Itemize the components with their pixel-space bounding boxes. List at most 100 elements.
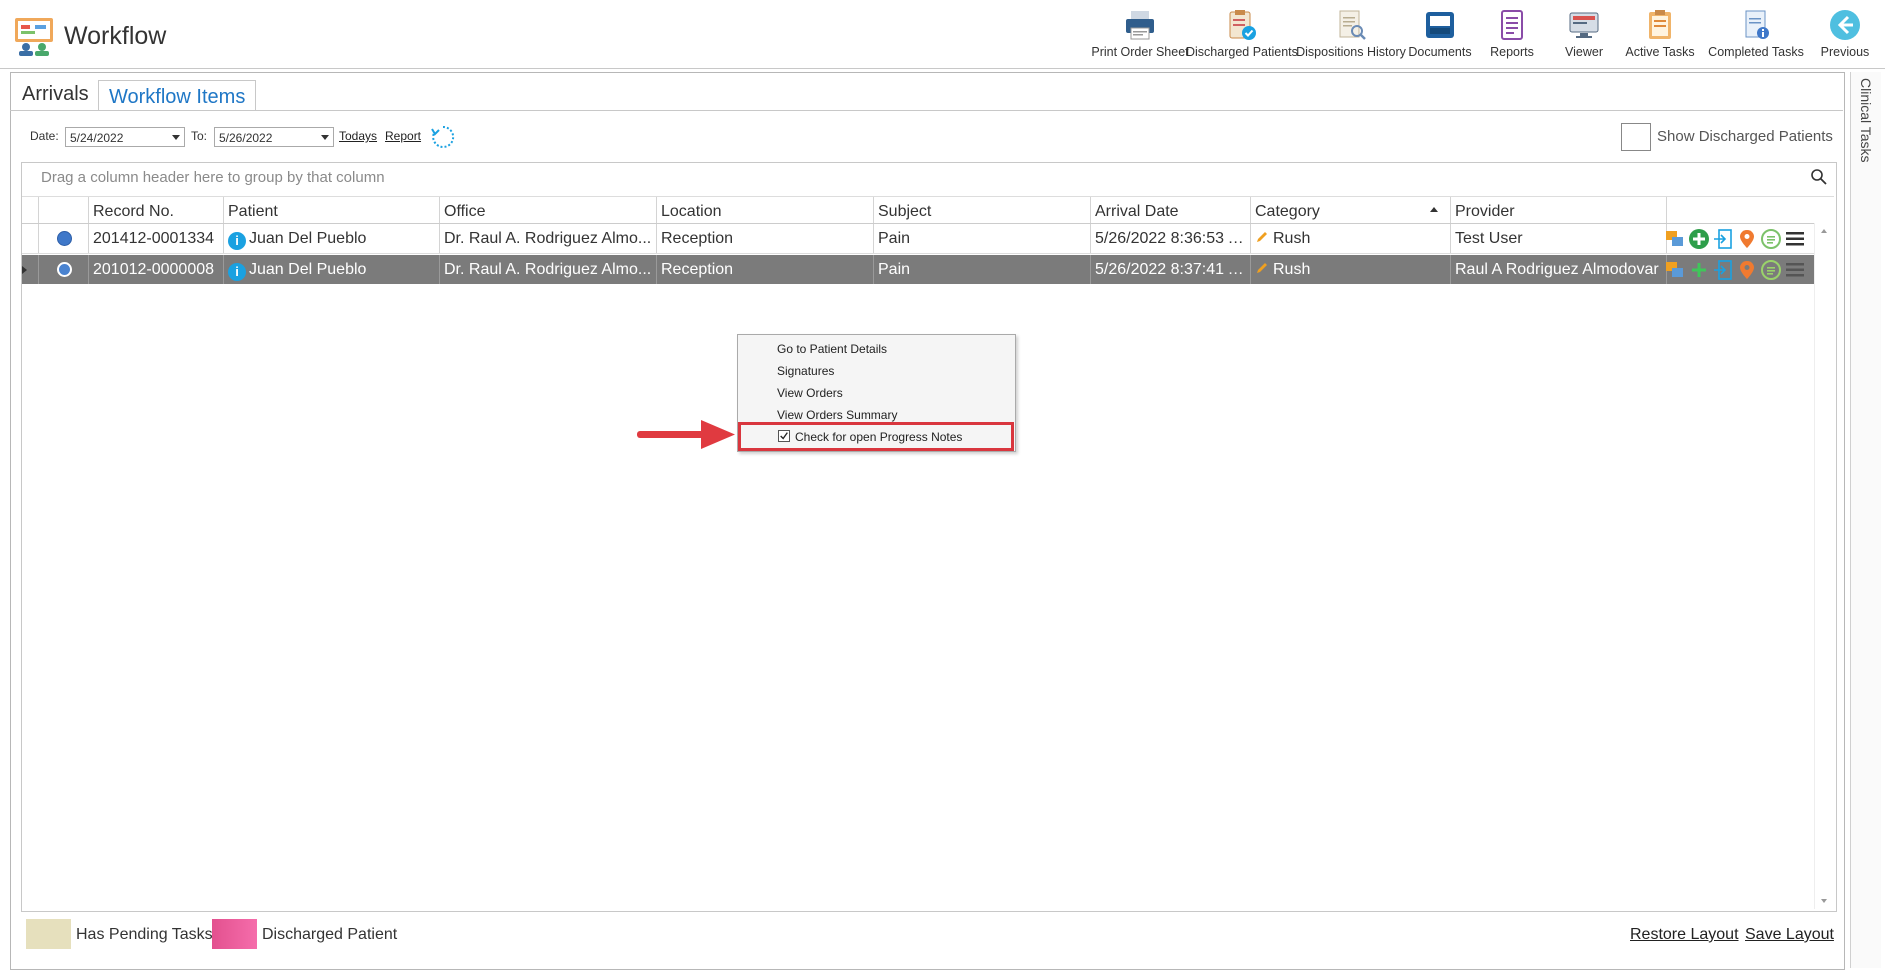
documents-button[interactable]: Documents bbox=[1404, 8, 1476, 64]
column-header-category[interactable]: Category bbox=[1250, 197, 1450, 223]
column-header-status[interactable] bbox=[38, 197, 88, 223]
toolbar-label: Print Order Sheet bbox=[1091, 45, 1189, 59]
column-header-arrival-date[interactable]: Arrival Date bbox=[1090, 197, 1250, 223]
date-label: Date: bbox=[30, 129, 59, 143]
column-header-actions bbox=[1666, 197, 1814, 223]
show-discharged-checkbox[interactable] bbox=[1621, 123, 1651, 151]
toolbar-label: Active Tasks bbox=[1625, 45, 1695, 59]
patient-cell[interactable]: i Juan Del Pueblo bbox=[223, 224, 439, 253]
scroll-down-icon[interactable] bbox=[1821, 899, 1827, 903]
toolbar-label: Reports bbox=[1490, 45, 1534, 59]
record-no-cell: 201412-0001334 bbox=[88, 224, 223, 253]
arrival-date-cell: 5/26/2022 8:37:41 AM bbox=[1090, 255, 1250, 284]
office-cell: Dr. Raul A. Rodriguez Almo... bbox=[439, 224, 656, 253]
previous-button[interactable]: Previous bbox=[1816, 8, 1874, 64]
transfer-icon[interactable] bbox=[1664, 228, 1686, 250]
active-tasks-button[interactable]: Active Tasks bbox=[1622, 8, 1698, 64]
viewer-button[interactable]: Viewer bbox=[1554, 8, 1614, 64]
refresh-icon[interactable] bbox=[430, 124, 456, 150]
chevron-down-icon[interactable] bbox=[172, 135, 180, 140]
printer-icon bbox=[1126, 11, 1154, 40]
annotation-highlight-box bbox=[738, 422, 1014, 451]
legend-pending-label: Has Pending Tasks bbox=[76, 926, 213, 943]
sort-ascending-icon bbox=[1430, 207, 1438, 212]
info-icon[interactable]: i bbox=[228, 263, 246, 281]
menu-item-signatures[interactable]: Signatures bbox=[777, 364, 834, 378]
table-row[interactable]: 201412-0001334 i Juan Del Pueblo Dr. Raul… bbox=[22, 224, 1814, 254]
restore-layout-link[interactable]: Restore Layout bbox=[1630, 926, 1739, 944]
provider-cell: Raul A Rodriguez Almodovar bbox=[1450, 255, 1666, 284]
sign-in-icon[interactable] bbox=[1712, 228, 1734, 250]
tab-arrivals[interactable]: Arrivals bbox=[12, 78, 99, 110]
clinical-tasks-side-tab[interactable]: Clinical Tasks bbox=[1850, 78, 1880, 168]
notes-icon[interactable] bbox=[1760, 228, 1782, 250]
document-search-icon bbox=[1339, 10, 1366, 40]
toolbar-label: Viewer bbox=[1565, 45, 1603, 59]
tab-workflow-items[interactable]: Workflow Items bbox=[98, 80, 257, 111]
column-header-location[interactable]: Location bbox=[656, 197, 873, 223]
location-cell: Reception bbox=[656, 224, 873, 253]
status-dot-icon bbox=[57, 262, 72, 277]
pencil-icon bbox=[1257, 263, 1267, 273]
table-row-selected[interactable]: 201012-0000008 i Juan Del Pueblo Dr. Raul… bbox=[22, 255, 1814, 284]
legend-discharged-label: Discharged Patient bbox=[262, 926, 398, 943]
sign-in-icon[interactable] bbox=[1712, 259, 1734, 281]
row-actions bbox=[1664, 227, 1810, 251]
toolbar-label: Documents bbox=[1408, 45, 1472, 59]
column-header-category-label: Category bbox=[1255, 203, 1320, 220]
location-pin-icon[interactable] bbox=[1736, 228, 1758, 250]
column-header-subject[interactable]: Subject bbox=[873, 197, 1090, 223]
search-icon[interactable] bbox=[1810, 168, 1828, 186]
date-to-picker[interactable]: 5/26/2022 bbox=[214, 127, 334, 147]
row-actions bbox=[1664, 258, 1810, 282]
location-pin-icon[interactable] bbox=[1736, 259, 1758, 281]
reports-button[interactable]: Reports bbox=[1482, 8, 1542, 64]
record-no-cell: 201012-0000008 bbox=[88, 255, 223, 284]
subject-cell: Pain bbox=[873, 255, 1090, 284]
category-cell: Rush bbox=[1250, 255, 1450, 284]
office-cell: Dr. Raul A. Rodriguez Almo... bbox=[439, 255, 656, 284]
report-link[interactable]: Report bbox=[385, 129, 421, 143]
annotation-arrow-icon bbox=[637, 420, 735, 449]
legend-pending-swatch bbox=[26, 919, 71, 949]
patient-name: Juan Del Pueblo bbox=[249, 230, 367, 247]
date-from-picker[interactable]: 5/24/2022 bbox=[65, 127, 185, 147]
status-cell bbox=[38, 224, 88, 253]
status-cell bbox=[38, 255, 88, 284]
save-layout-link[interactable]: Save Layout bbox=[1745, 926, 1834, 944]
category-value: Rush bbox=[1273, 230, 1311, 247]
add-icon[interactable] bbox=[1688, 228, 1710, 250]
discharged-patients-button[interactable]: Discharged Patients bbox=[1186, 8, 1298, 64]
menu-item-view-orders-summary[interactable]: View Orders Summary bbox=[777, 408, 897, 422]
group-panel-hint: Drag a column header here to group by th… bbox=[41, 169, 385, 186]
column-header-office[interactable]: Office bbox=[439, 197, 656, 223]
chevron-down-icon[interactable] bbox=[321, 135, 329, 140]
category-value: Rush bbox=[1273, 261, 1311, 278]
monitor-icon bbox=[1569, 12, 1599, 38]
info-icon[interactable]: i bbox=[228, 232, 246, 250]
completed-tasks-button[interactable]: Completed Tasks bbox=[1708, 8, 1804, 64]
pencil-icon bbox=[1257, 232, 1267, 242]
menu-icon[interactable] bbox=[1784, 259, 1806, 281]
print-order-sheet-button[interactable]: Print Order Sheet bbox=[1082, 8, 1198, 64]
inbox-tray-icon bbox=[1426, 12, 1454, 38]
column-header-patient[interactable]: Patient bbox=[223, 197, 439, 223]
date-to-value: 5/26/2022 bbox=[219, 131, 273, 145]
vertical-scrollbar[interactable] bbox=[1814, 223, 1835, 909]
menu-item-view-orders[interactable]: View Orders bbox=[777, 386, 843, 400]
toolbar-label: Discharged Patients bbox=[1186, 45, 1298, 59]
dispositions-history-button[interactable]: Dispositions History bbox=[1296, 8, 1406, 64]
menu-icon[interactable] bbox=[1784, 228, 1806, 250]
transfer-icon[interactable] bbox=[1664, 259, 1686, 281]
column-header-provider[interactable]: Provider bbox=[1450, 197, 1666, 223]
scroll-up-icon[interactable] bbox=[1821, 229, 1827, 233]
clipboard-check-icon bbox=[1229, 10, 1256, 40]
notes-icon[interactable] bbox=[1760, 259, 1782, 281]
app-title: Workflow bbox=[64, 22, 167, 50]
add-icon[interactable] bbox=[1688, 259, 1710, 281]
column-header-record-no[interactable]: Record No. bbox=[88, 197, 223, 223]
menu-item-go-to-patient-details[interactable]: Go to Patient Details bbox=[777, 342, 887, 356]
patient-cell[interactable]: i Juan Del Pueblo bbox=[223, 255, 439, 284]
todays-link[interactable]: Todays bbox=[339, 129, 377, 143]
toolbar-label: Completed Tasks bbox=[1708, 45, 1804, 59]
